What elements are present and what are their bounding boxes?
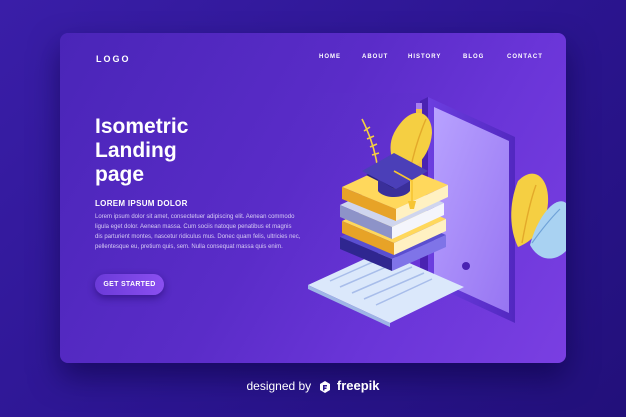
isometric-illustration	[308, 93, 566, 333]
credit-footer: designed by freepik	[0, 378, 626, 394]
credit-brand[interactable]: freepik	[337, 378, 380, 393]
credit-prefix: designed by	[246, 379, 312, 393]
freepik-logo-icon	[319, 380, 330, 393]
landing-card: LOGO HOME ABOUT HISTORY BLOG CONTACT Iso…	[60, 33, 566, 363]
